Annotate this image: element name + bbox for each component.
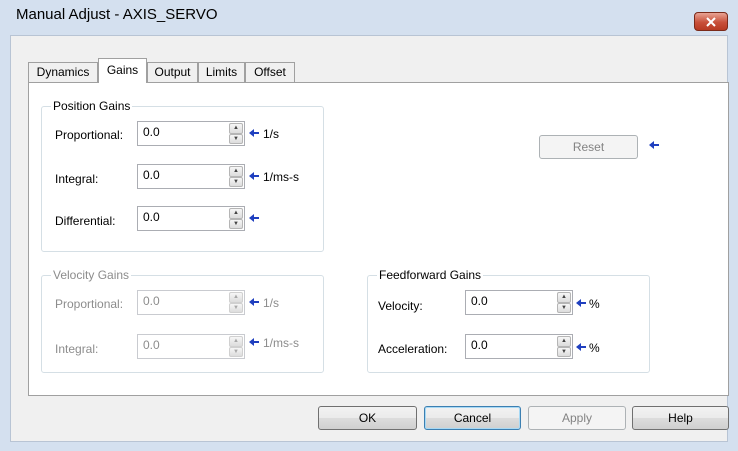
window-title: Manual Adjust - AXIS_SERVO [16,6,218,23]
tab-label: Gains [106,63,139,77]
spin-up-icon[interactable]: ▲ [229,208,243,219]
spin-up-icon[interactable]: ▲ [557,336,571,347]
left-arrow-icon [249,214,259,222]
velocity-proportional-label: Proportional: [55,297,124,311]
button-label: Reset [572,140,605,154]
field-value: 0.0 [143,210,160,224]
tab-dynamics[interactable]: Dynamics [28,62,98,82]
title-bar: Manual Adjust - AXIS_SERVO [0,0,738,34]
field-value: 0.0 [143,294,160,308]
position-integral-field[interactable]: 0.0 ▲ ▼ [137,164,245,189]
tab-output[interactable]: Output [147,62,198,82]
reset-button[interactable]: Reset [539,135,638,159]
gains-panel: Position Gains Proportional: 0.0 ▲ ▼ 1/s… [28,82,729,396]
spin-down-icon[interactable]: ▼ [229,133,243,144]
position-gains-title: Position Gains [51,98,133,114]
ok-button[interactable]: OK [318,406,417,430]
tab-label: Limits [205,65,238,79]
feedforward-acceleration-field[interactable]: 0.0 ▲ ▼ [465,334,573,359]
dialog-client-area: Dynamics Gains Output Limits Offset Posi… [10,35,729,442]
feedforward-acceleration-unit: % [589,341,600,355]
position-differential-field[interactable]: 0.0 ▲ ▼ [137,206,245,231]
velocity-integral-label: Integral: [55,342,99,356]
spin-down-icon[interactable]: ▼ [557,302,571,313]
feedforward-velocity-unit: % [589,297,600,311]
spin-buttons: ▲ ▼ [229,336,243,357]
left-arrow-icon [649,141,659,149]
left-arrow-icon [249,338,259,346]
velocity-integral-unit: 1/ms-s [263,336,299,350]
left-arrow-icon [249,298,259,306]
velocity-proportional-field[interactable]: 0.0 ▲ ▼ [137,290,245,315]
button-label: Apply [561,411,593,425]
position-proportional-label: Proportional: [55,128,124,142]
position-differential-label: Differential: [55,214,116,228]
spin-buttons: ▲ ▼ [229,208,243,229]
button-label: Cancel [453,411,492,425]
field-value: 0.0 [471,294,488,308]
tab-offset[interactable]: Offset [245,62,295,82]
feedforward-acceleration-label: Acceleration: [378,342,448,356]
spin-down-icon[interactable]: ▼ [557,346,571,357]
tab-limits[interactable]: Limits [198,62,245,82]
button-label: Help [668,411,693,425]
spin-down-icon[interactable]: ▼ [229,176,243,187]
cancel-button[interactable]: Cancel [424,406,521,430]
velocity-gains-title: Velocity Gains [51,267,132,283]
button-label: OK [358,411,377,425]
spin-down-icon[interactable]: ▼ [229,218,243,229]
spin-up-icon[interactable]: ▲ [229,166,243,177]
left-arrow-icon [249,129,259,137]
field-value: 0.0 [471,338,488,352]
spin-up-icon[interactable]: ▲ [229,123,243,134]
tab-gains[interactable]: Gains [98,58,147,83]
spin-buttons: ▲ ▼ [557,336,571,357]
left-arrow-icon [576,299,586,307]
close-icon [706,16,716,27]
tab-label: Offset [254,65,286,79]
feedforward-velocity-field[interactable]: 0.0 ▲ ▼ [465,290,573,315]
spin-up-icon[interactable]: ▲ [229,336,243,347]
velocity-integral-field[interactable]: 0.0 ▲ ▼ [137,334,245,359]
spin-buttons: ▲ ▼ [229,123,243,144]
position-integral-unit: 1/ms-s [263,170,299,184]
spin-buttons: ▲ ▼ [229,292,243,313]
manual-adjust-window: Manual Adjust - AXIS_SERVO Dynamics Gain… [0,0,738,451]
tab-label: Dynamics [36,65,90,79]
spin-down-icon[interactable]: ▼ [229,346,243,357]
spin-buttons: ▲ ▼ [229,166,243,187]
apply-button[interactable]: Apply [528,406,626,430]
feedforward-velocity-label: Velocity: [378,299,423,313]
left-arrow-icon [249,172,259,180]
left-arrow-icon [576,343,586,351]
position-proportional-field[interactable]: 0.0 ▲ ▼ [137,121,245,146]
close-button[interactable] [694,12,728,31]
velocity-proportional-unit: 1/s [263,296,280,310]
field-value: 0.0 [143,168,160,182]
spin-buttons: ▲ ▼ [557,292,571,313]
tab-label: Output [154,65,191,79]
spin-down-icon[interactable]: ▼ [229,302,243,313]
position-integral-label: Integral: [55,172,99,186]
help-button[interactable]: Help [632,406,729,430]
spin-up-icon[interactable]: ▲ [557,292,571,303]
position-proportional-unit: 1/s [263,127,280,141]
field-value: 0.0 [143,125,160,139]
field-value: 0.0 [143,338,160,352]
feedforward-gains-title: Feedforward Gains [377,267,484,283]
spin-up-icon[interactable]: ▲ [229,292,243,303]
